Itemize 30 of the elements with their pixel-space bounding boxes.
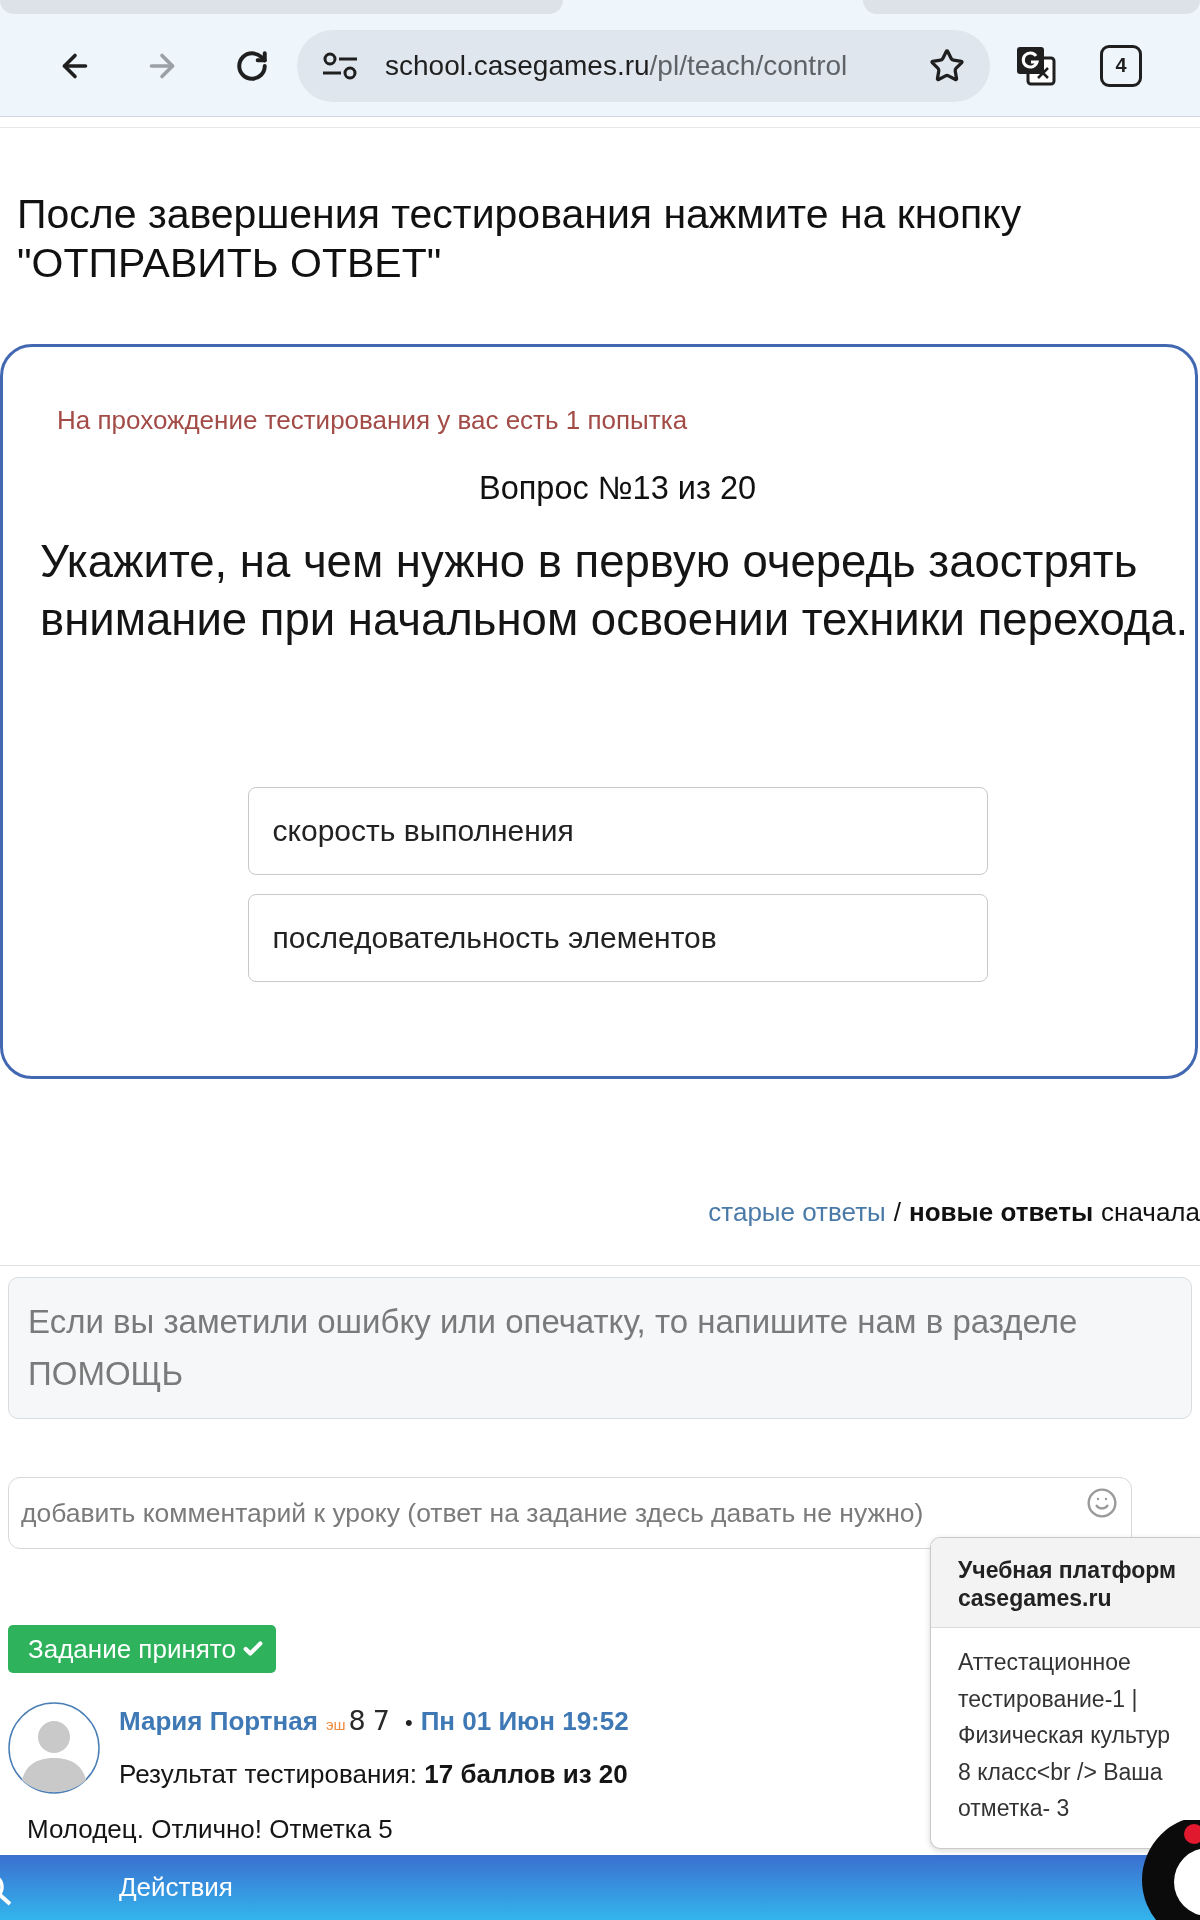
sort-order-link[interactable]: новые ответы bbox=[909, 1194, 1094, 1230]
instruction-heading: После завершения тестирования нажмите на кнопку "ОТПРАВИТЬ ОТВЕТ" bbox=[16, 190, 1023, 288]
answer-option[interactable]: скорость выполнения bbox=[247, 787, 988, 875]
comment-input[interactable]: добавить комментарий к уроку (ответ на задание здесь давать не нужно) bbox=[8, 1477, 1132, 1549]
sort-order-link[interactable]: старые ответы bbox=[708, 1194, 886, 1230]
translate-icon bbox=[1016, 45, 1056, 86]
attempts-note: На прохождение тестирования у вас есть 1 попытка bbox=[57, 404, 689, 437]
address-bar[interactable]: school.casegames.ru/pl/teach/control bbox=[297, 29, 990, 102]
separator-dot: • bbox=[404, 1709, 413, 1737]
answer-option[interactable]: последовательность элементов bbox=[247, 894, 988, 982]
sort-separator: / bbox=[893, 1196, 901, 1229]
comment-text: Молодец. Отлично! Отметка 5 bbox=[27, 1813, 393, 1846]
test-result-text: Результат тестирования: 17 баллов из 20 bbox=[119, 1758, 629, 1791]
author-name-link[interactable]: Мария Портная bbox=[119, 1703, 318, 1739]
notification-title: Учебная платформ casegames.ru bbox=[931, 1538, 1200, 1628]
status-label: Задание принято bbox=[28, 1633, 236, 1665]
notification-message: Аттестационное тестирование-1 | Физическая культур 8 класс<br /> Ваша отметка- 3 bbox=[957, 1648, 1171, 1823]
sliders-icon[interactable] bbox=[322, 51, 358, 80]
question-counter: Вопрос №13 из 20 bbox=[478, 469, 757, 508]
url-text[interactable]: school.casegames.ru/pl/teach/control bbox=[385, 49, 929, 82]
smiley-icon[interactable] bbox=[1086, 1487, 1118, 1519]
comment-date-link[interactable]: Пн 01 Июн 19:52 bbox=[420, 1703, 629, 1739]
bookmark-star-icon[interactable] bbox=[929, 47, 965, 84]
user-level-label: эш 87 bbox=[325, 1704, 397, 1738]
help-notice: Если вы заметили ошибку или опечатку, то напишите нам в разделе ПОМОЩЬ bbox=[8, 1277, 1192, 1419]
tab-count-button[interactable]: 4 bbox=[1100, 44, 1142, 87]
question-text: Укажите, на чем нужно в первую очередь заострять внимание при начальном освоении техники перехода. bbox=[40, 535, 1190, 647]
reload-icon bbox=[235, 48, 269, 83]
avatar-icon bbox=[8, 1702, 100, 1794]
sort-suffix-text: сначала bbox=[1101, 1196, 1200, 1229]
